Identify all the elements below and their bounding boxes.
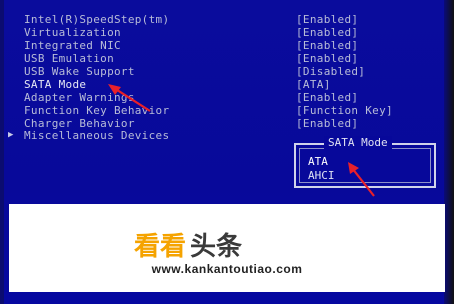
setting-value[interactable]: [Enabled]	[296, 13, 358, 26]
setting-label: Virtualization	[24, 26, 121, 39]
watermark-url: www.kankantoutiao.com	[151, 262, 303, 276]
setting-value[interactable]: [Enabled]	[296, 91, 358, 104]
red-arrow-icon	[108, 84, 151, 112]
popup-option-ata[interactable]: ATA	[308, 155, 328, 168]
red-arrow-icon	[348, 162, 375, 197]
svg-text:头条: 头条	[190, 232, 243, 260]
setting-label: USB Emulation	[24, 52, 114, 65]
triangle-right-icon: ▶	[8, 130, 14, 140]
setting-value[interactable]: [Enabled]	[296, 39, 358, 52]
svg-text:看看: 看看	[134, 232, 186, 260]
setting-label: USB Wake Support	[24, 65, 135, 78]
setting-label: SATA Mode	[24, 78, 87, 91]
setting-value[interactable]: [Enabled]	[296, 117, 358, 130]
setting-label: Intel(R)SpeedStep(tm)	[24, 13, 170, 26]
watermark-band: 看看 头条	[9, 204, 445, 292]
setting-value[interactable]: [Function Key]	[296, 104, 393, 117]
setting-label: Miscellaneous Devices	[24, 129, 170, 142]
bios-screen: Intel(R)SpeedStep(tm) [Enabled] Virtuali…	[0, 0, 454, 304]
setting-value[interactable]: [Enabled]	[296, 26, 358, 39]
kankantoutiao-logo: 看看 头条	[134, 232, 243, 260]
setting-value[interactable]: [Disabled]	[296, 65, 365, 78]
popup-title: SATA Mode	[324, 136, 392, 149]
setting-value[interactable]: [ATA]	[296, 78, 331, 91]
screen-bezel-right	[444, 0, 454, 304]
screen-bezel-left	[0, 0, 4, 304]
setting-value[interactable]: [Enabled]	[296, 52, 358, 65]
setting-label: Integrated NIC	[24, 39, 121, 52]
popup-option-ahci[interactable]: AHCI	[308, 169, 335, 182]
